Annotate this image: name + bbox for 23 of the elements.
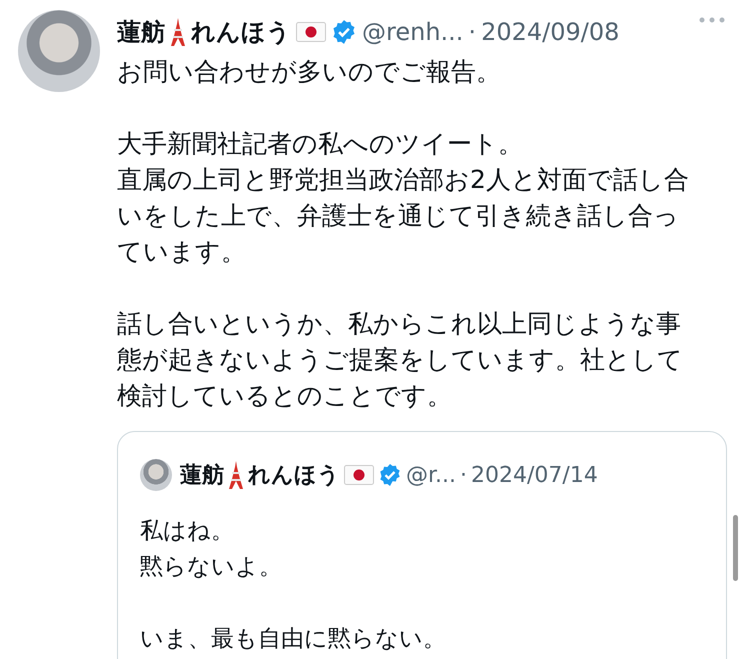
quoted-post-card[interactable]: 蓮舫 れんほう @r... · 2024/07/14 私はね。 黙らないよ。 いま、最も自由に黙らない。 xyxy=(117,431,727,659)
post-text: いま、最も自由に黙らない。 xyxy=(140,625,447,654)
more-icon[interactable] xyxy=(698,16,726,24)
author-name[interactable]: 蓮舫 xyxy=(117,16,165,48)
tower-icon xyxy=(170,18,186,46)
separator-dot: · xyxy=(468,18,476,46)
post-text: 話し合いというか、私からこれ以上同じような事 態が起きないようご提案をしています。社として 検討しているとのことです。 xyxy=(117,308,684,412)
post-text: 私はね。 黙らないよ。 xyxy=(140,517,283,582)
post-text: お問い合わせが多いのでご報告。 xyxy=(117,56,502,88)
post-date[interactable]: 2024/07/14 xyxy=(471,462,598,488)
author-handle[interactable]: @r... xyxy=(406,462,456,488)
tower-icon xyxy=(228,461,244,489)
author-handle[interactable]: @renh... xyxy=(362,18,464,46)
scrollbar[interactable] xyxy=(733,515,738,581)
author-name[interactable]: 蓮舫 xyxy=(180,460,224,490)
flag-icon xyxy=(344,465,374,485)
author-name[interactable]: れんほう xyxy=(248,460,340,490)
avatar-photo-placeholder[interactable] xyxy=(140,459,172,491)
separator-dot: · xyxy=(460,462,468,488)
flag-icon xyxy=(296,22,326,42)
post-date[interactable]: 2024/09/08 xyxy=(481,18,620,46)
post-text: 大手新聞社記者の私へのツイート。 直属の上司と野党担当政治部お2人と対面で話し合 いをした上で、弁護士を通じて引き続き話し合っ ています。 xyxy=(117,128,690,268)
author-name[interactable]: れんほう xyxy=(191,16,291,48)
